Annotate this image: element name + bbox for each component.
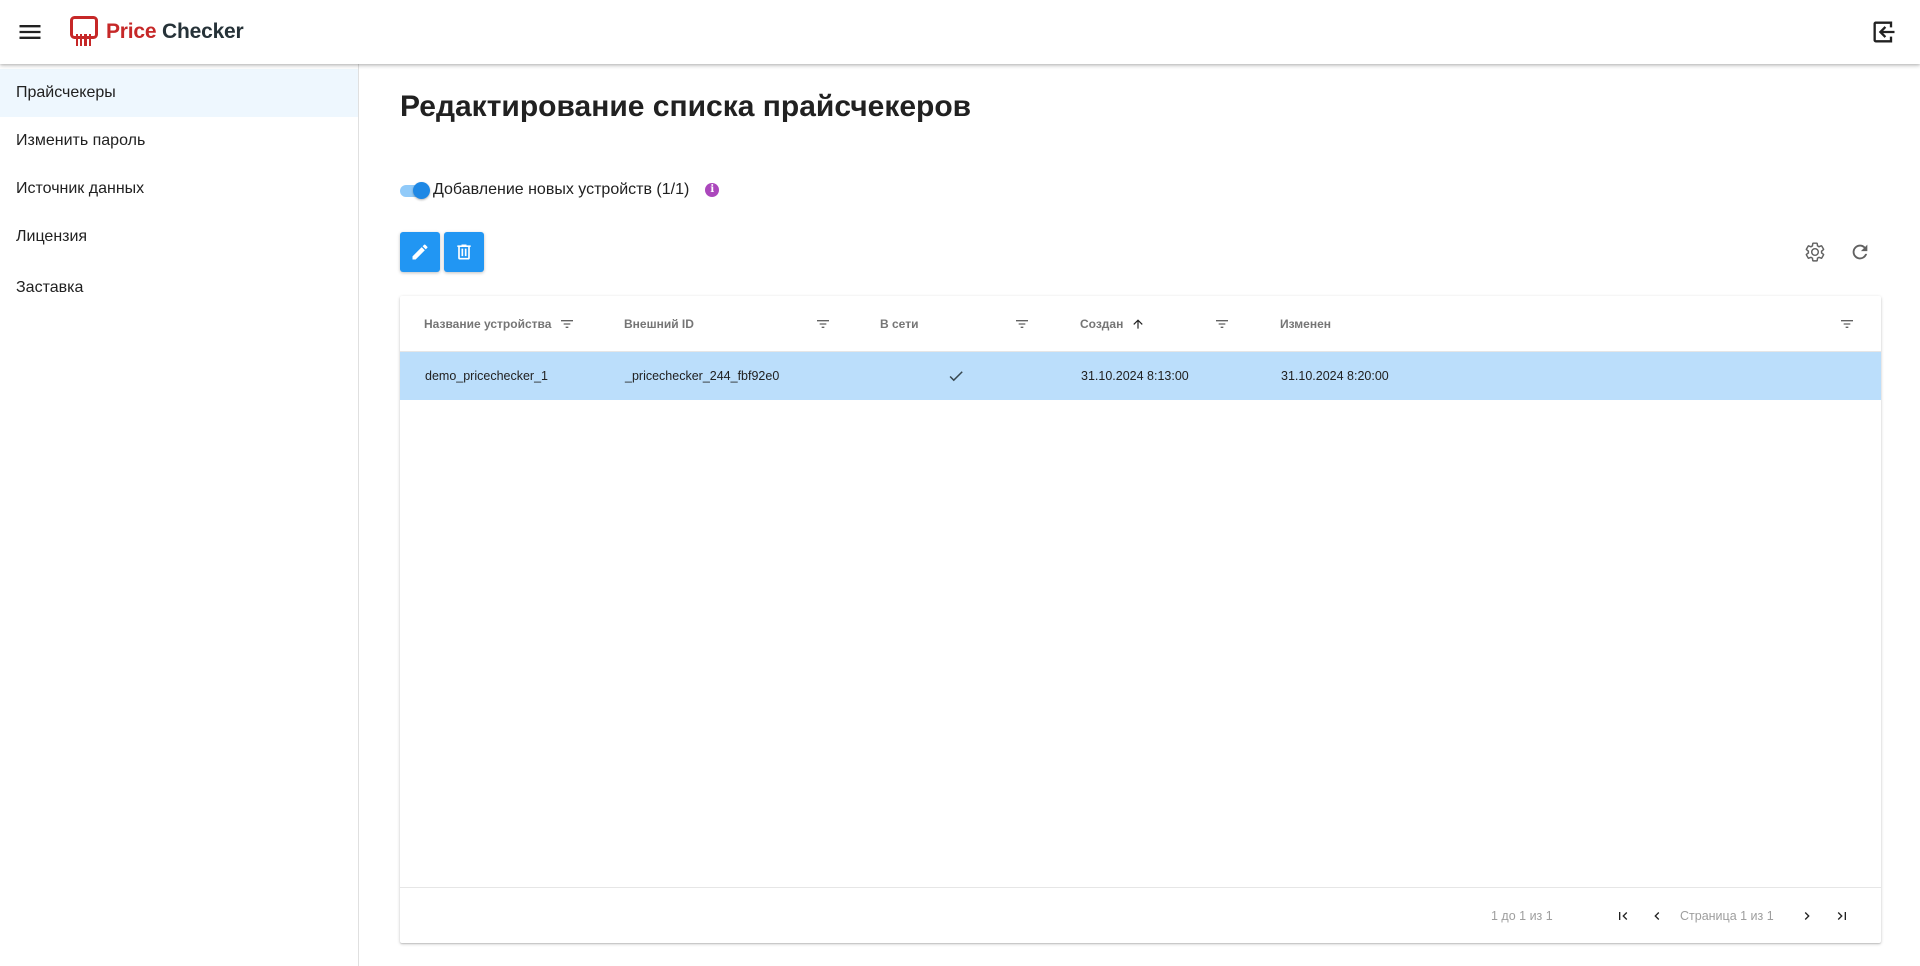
- switch-thumb: [413, 182, 430, 199]
- sidebar: Прайсчекеры Изменить пароль Источник дан…: [0, 64, 359, 966]
- column-header-online[interactable]: В сети: [880, 296, 918, 352]
- online-check-icon: [949, 371, 963, 382]
- app-name: Price Checker: [106, 20, 244, 44]
- table-row[interactable]: demo_pricechecker_1 _pricechecker_244_fb…: [400, 352, 1881, 400]
- column-header-label: Внешний ID: [624, 317, 694, 331]
- sidebar-item-data-source[interactable]: Источник данных: [0, 165, 358, 213]
- pagination-summary: 1 до 1 из 1: [1491, 909, 1553, 923]
- add-devices-switch[interactable]: [400, 182, 430, 199]
- barcode-logo-icon: [70, 16, 98, 46]
- page-title: Редактирование списка прайсчекеров: [400, 90, 972, 123]
- app-bar: Price Checker: [0, 0, 1920, 64]
- pagination-page-label: Страница 1 из 1: [1680, 909, 1774, 923]
- pagination-bar: 1 до 1 из 1 Страница 1 из 1: [400, 887, 1881, 943]
- column-header-label: Изменен: [1280, 317, 1332, 331]
- cell-created: 31.10.2024 8:13:00: [1081, 369, 1189, 383]
- next-page-icon[interactable]: [1797, 906, 1817, 926]
- info-icon[interactable]: i: [705, 183, 720, 197]
- table-header: Название устройства Внешний ID В сети Со…: [400, 296, 1881, 352]
- main-content: Редактирование списка прайсчекеров Добав…: [400, 64, 1881, 966]
- column-header-modified[interactable]: Изменен: [1280, 296, 1331, 352]
- filter-icon[interactable]: [815, 316, 831, 332]
- app-name-word-1: Price: [106, 20, 157, 43]
- sidebar-item-change-password[interactable]: Изменить пароль: [0, 117, 358, 165]
- edit-button[interactable]: [400, 232, 440, 272]
- last-page-icon[interactable]: [1832, 906, 1852, 926]
- sidebar-item-screensaver[interactable]: Заставка: [0, 264, 358, 312]
- cell-device-name: demo_pricechecker_1: [425, 369, 548, 383]
- cell-external-id: _pricechecker_244_fbf92e0: [625, 369, 780, 383]
- filter-icon[interactable]: [1214, 316, 1230, 332]
- column-header-label: Создан: [1080, 317, 1124, 331]
- logout-icon[interactable]: [1870, 18, 1898, 46]
- add-devices-label[interactable]: Добавление новых устройств (1/1): [433, 181, 689, 199]
- sidebar-item-pricecheckers[interactable]: Прайсчекеры: [0, 69, 358, 117]
- sort-ascending-icon: [1133, 319, 1144, 329]
- app-name-word-2: Checker: [162, 20, 244, 43]
- app-logo[interactable]: Price Checker: [70, 16, 244, 48]
- filter-icon[interactable]: [1014, 316, 1030, 332]
- first-page-icon[interactable]: [1613, 906, 1633, 926]
- sidebar-item-license[interactable]: Лицензия: [0, 213, 358, 261]
- delete-button[interactable]: [444, 232, 484, 272]
- filter-icon[interactable]: [1839, 316, 1855, 332]
- previous-page-icon[interactable]: [1647, 906, 1667, 926]
- trash-icon: [457, 244, 471, 260]
- refresh-icon[interactable]: [1847, 239, 1873, 265]
- column-header-device-name[interactable]: Название устройства: [424, 296, 551, 352]
- devices-table: Название устройства Внешний ID В сети Со…: [400, 296, 1881, 943]
- filter-icon[interactable]: [559, 316, 575, 332]
- menu-icon[interactable]: [16, 18, 44, 46]
- column-header-external-id[interactable]: Внешний ID: [624, 296, 694, 352]
- add-devices-toggle-row: Добавление новых устройств (1/1) i: [400, 176, 720, 204]
- pencil-icon: [412, 244, 428, 260]
- cell-modified: 31.10.2024 8:20:00: [1281, 369, 1389, 383]
- column-header-label: Название устройства: [424, 317, 552, 331]
- column-header-created[interactable]: Создан: [1080, 296, 1145, 352]
- settings-gear-icon[interactable]: [1802, 239, 1828, 265]
- column-header-label: В сети: [880, 317, 919, 331]
